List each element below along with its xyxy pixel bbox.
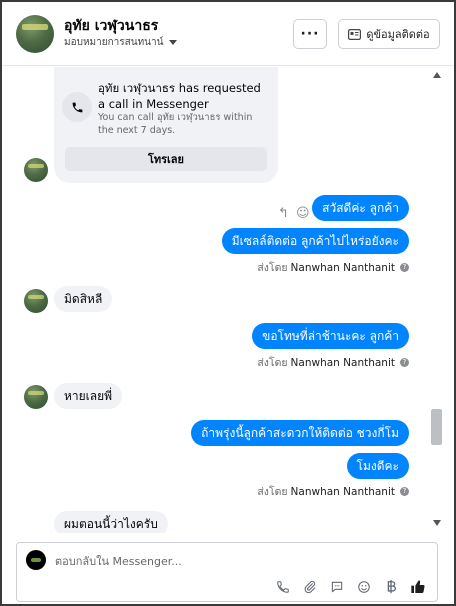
more-options-button[interactable]: ··· — [293, 19, 327, 49]
reply-input[interactable] — [55, 553, 355, 569]
message-composer — [16, 542, 438, 602]
message-bubble-incoming[interactable]: มิดสิหลี — [54, 286, 113, 312]
sent-by-prefix: ส่งโดย — [257, 357, 288, 369]
scroll-down-arrow-icon[interactable] — [433, 520, 441, 526]
message-scrollbar[interactable] — [430, 67, 443, 533]
message-bubble-outgoing[interactable]: สวัสดีค่ะ ลูกค้า — [312, 195, 409, 221]
scroll-up-arrow-icon[interactable] — [433, 72, 441, 78]
like-icon[interactable] — [410, 579, 426, 595]
sent-by-name: Nanwhan Nanthanit — [290, 485, 395, 498]
call-request-title: อุทัย เวฬุวนาธร has requested a call in … — [98, 81, 261, 111]
message-bubble-outgoing[interactable]: โมงดีคะ — [346, 453, 409, 479]
chevron-down-icon — [169, 40, 178, 45]
contact-avatar-small[interactable] — [24, 385, 48, 409]
call-now-button[interactable]: โทรเลย — [65, 147, 267, 171]
message-bubble-outgoing[interactable]: มีเซลล์ติดต่อ ลูกค้าไปไหร่อยังคะ — [221, 228, 409, 254]
sent-by-prefix: ส่งโดย — [257, 486, 288, 498]
sent-by-name: Nanwhan Nanthanit — [290, 356, 395, 369]
info-icon[interactable]: ? — [400, 263, 409, 272]
emoji-composer-icon[interactable] — [356, 579, 372, 595]
conversation-window: อุทัย เวฬุวนาธร มอบหมายการสนทนาน์ ··· ดู… — [0, 0, 456, 606]
contact-avatar[interactable] — [16, 15, 54, 53]
info-icon[interactable]: ? — [400, 358, 409, 367]
assign-conversation-dropdown[interactable]: มอบหมายการสนทนาน์ — [64, 35, 178, 50]
message-bubble-outgoing[interactable]: ถ้าพรุ่งนี้ลูกค้าสะดวกให้ติดต่อ ชวงกี่โม — [191, 420, 409, 446]
attachment-icon[interactable] — [302, 579, 318, 595]
call-icon[interactable] — [275, 579, 291, 595]
page-avatar — [26, 550, 46, 570]
message-bubble-outgoing[interactable]: ขอโทษที่ล่าช้านะคะ ลูกค้า — [252, 323, 409, 349]
phone-icon — [62, 92, 92, 122]
sent-by-label: ส่งโดย Nanwhan Nanthanit ? — [257, 354, 409, 371]
contact-avatar-small[interactable] — [24, 289, 48, 313]
id-card-icon — [348, 28, 362, 40]
baht-icon[interactable] — [383, 579, 399, 595]
sticker-icon[interactable] — [329, 579, 345, 595]
message-bubble-incoming[interactable]: หายเลยพี่ — [54, 383, 123, 409]
sent-by-prefix: ส่งโดย — [257, 262, 288, 274]
call-request-card: อุทัย เวฬุวนาธร has requested a call in … — [54, 67, 278, 183]
reply-icon[interactable]: ↰ — [278, 206, 289, 221]
sent-by-label: ส่งโดย Nanwhan Nanthanit ? — [257, 259, 409, 276]
conversation-header: อุทัย เวฬุวนาธร มอบหมายการสนทนาน์ ··· ดู… — [2, 2, 454, 66]
sent-by-label: ส่งโดย Nanwhan Nanthanit ? — [257, 483, 409, 500]
view-contact-button[interactable]: ดูข้อมูลติดต่อ — [338, 19, 440, 49]
view-contact-label: ดูข้อมูลติดต่อ — [366, 28, 430, 41]
emoji-icon[interactable]: ☺ — [296, 206, 310, 221]
message-bubble-incoming[interactable]: ผมตอนนี้ว่าไงครับ — [54, 511, 168, 533]
composer-toolbar — [275, 577, 426, 597]
scrollbar-thumb[interactable] — [431, 409, 442, 445]
contact-avatar-small[interactable] — [24, 158, 48, 182]
message-thread[interactable]: อุทัย เวฬุวนาธร has requested a call in … — [2, 67, 427, 533]
contact-name[interactable]: อุทัย เวฬุวนาธร — [64, 15, 158, 37]
call-request-description: You can call อุทัย เวฬุวนาธร within the … — [98, 112, 253, 136]
info-icon[interactable]: ? — [400, 487, 409, 496]
sent-by-name: Nanwhan Nanthanit — [290, 261, 395, 274]
assign-conversation-label: มอบหมายการสนทนาน์ — [64, 37, 164, 48]
